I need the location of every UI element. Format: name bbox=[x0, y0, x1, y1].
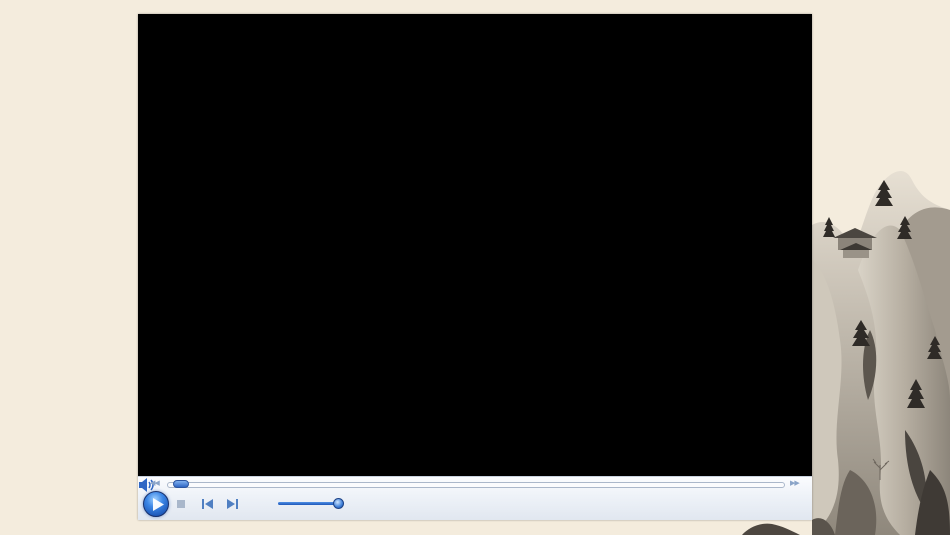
rewind-icon[interactable]: ◀◀ bbox=[150, 479, 160, 487]
media-player: ◀◀ ▶▶ bbox=[138, 14, 812, 520]
seek-thumb[interactable] bbox=[173, 480, 190, 488]
volume-thumb[interactable] bbox=[333, 498, 345, 509]
next-button[interactable] bbox=[226, 497, 240, 511]
video-area[interactable] bbox=[138, 14, 812, 476]
play-icon bbox=[153, 498, 164, 511]
control-bar: ◀◀ ▶▶ bbox=[138, 476, 812, 520]
previous-track-icon bbox=[202, 499, 213, 509]
play-button[interactable] bbox=[143, 491, 169, 517]
previous-button[interactable] bbox=[200, 497, 214, 511]
seek-bar[interactable] bbox=[167, 482, 785, 488]
fast-forward-icon[interactable]: ▶▶ bbox=[790, 479, 800, 487]
stop-icon bbox=[177, 500, 185, 508]
next-track-icon bbox=[227, 499, 238, 509]
stop-button[interactable] bbox=[174, 497, 188, 511]
